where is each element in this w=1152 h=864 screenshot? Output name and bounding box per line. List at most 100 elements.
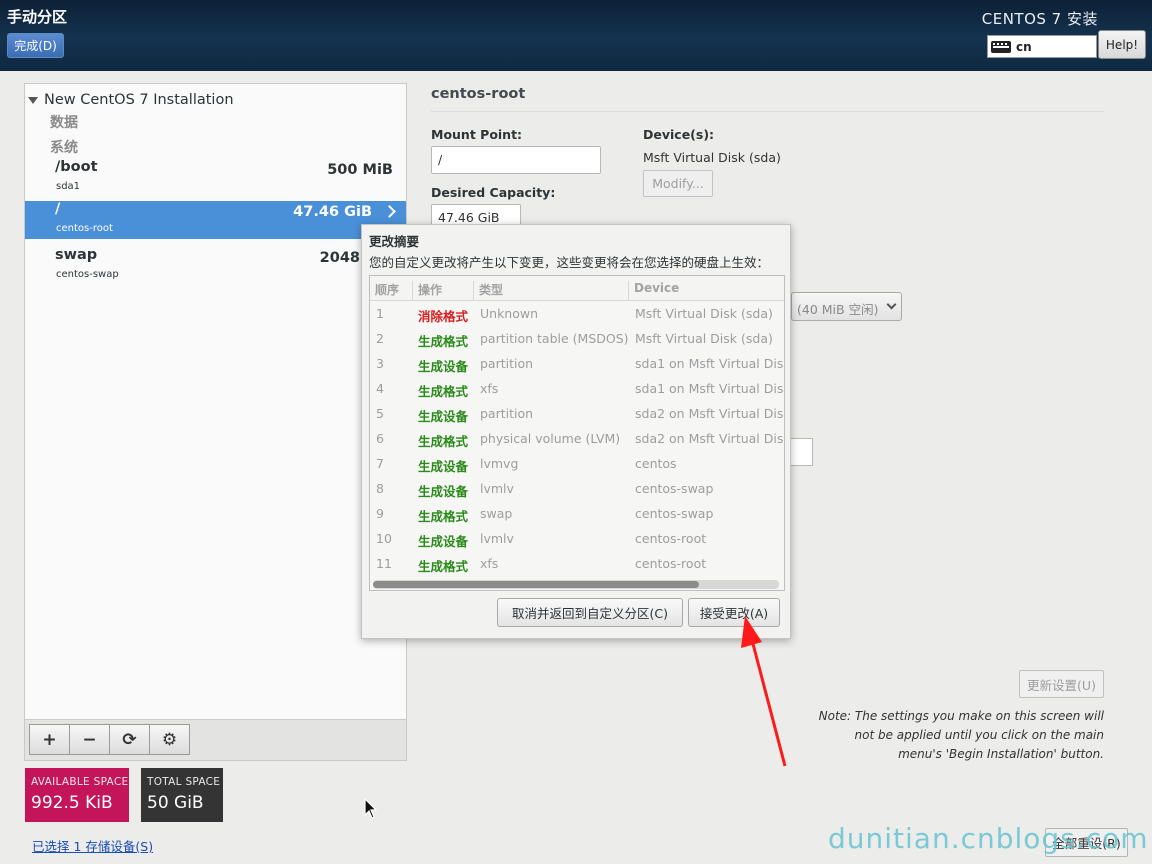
cell-action: 生成格式 [418,434,469,449]
cell-type: partition [480,406,534,421]
mouse-cursor-icon [364,798,378,819]
cell-action: 生成设备 [418,459,469,474]
mount-device: centos-swap [56,269,119,280]
volume-group-select[interactable]: (40 MiB 空闲) [791,292,902,321]
table-row[interactable]: 9 生成格式 swap centos-swap [370,502,784,527]
add-mount-button[interactable]: + [29,724,70,755]
refresh-button[interactable]: ⟳ [109,724,150,755]
mount-item-boot[interactable]: /boot sda1 500 MiB [25,159,406,197]
keyboard-layout-indicator[interactable]: cn [987,35,1097,58]
dialog-description: 您的自定义更改将产生以下变更，这些变更将会在您选择的硬盘上生效： [369,255,770,270]
available-space-label: AVAILABLE SPACE [31,776,129,788]
cell-action: 生成格式 [418,509,469,524]
cell-type: partition table (MSDOS) [480,331,629,346]
mount-name: swap [55,247,98,263]
devices-label: Device(s): [643,127,715,142]
column-action[interactable]: 操作 [412,281,442,301]
mount-name: / [55,201,61,217]
cancel-return-button[interactable]: 取消并返回到自定义分区(C) [497,598,683,627]
column-type[interactable]: 类型 [473,281,503,301]
remove-mount-button[interactable]: − [69,724,110,755]
cell-action: 生成格式 [418,559,469,574]
minus-icon: − [82,729,97,750]
changes-table: 顺序 操作 类型 Device 1 消除格式 Unknown Msft Virtual… [369,275,785,591]
cell-device: sda2 on Msft Virtual Disk [635,406,785,421]
mount-size: 47.46 GiB [293,204,372,220]
cell-device: centos-root [635,556,707,571]
mount-device: sda1 [56,181,81,192]
update-settings-button[interactable]: 更新设置(U) [1019,670,1104,698]
mount-point-input[interactable]: / [431,146,601,174]
cell-action: 生成格式 [418,384,469,399]
column-order[interactable]: 顺序 [375,281,399,301]
help-button[interactable]: Help! [1098,30,1146,59]
mount-size: 2048 [319,250,360,266]
expand-triangle-icon[interactable] [28,96,38,104]
disk-config-icon: ⚙ [161,729,178,750]
done-button[interactable]: 完成(D) [7,33,64,58]
configure-button[interactable]: ⚙ [149,724,190,755]
cell-type: lvmlv [480,481,514,496]
mount-item-root[interactable]: / centos-root 47.46 GiB [25,201,406,239]
arrow-shaft [750,639,787,767]
available-space-badge: AVAILABLE SPACE 992.5 KiB [25,768,129,822]
partition-tree: New CentOS 7 Installation 数据 系统 /boot sd… [24,83,407,720]
cell-device: sda1 on Msft Virtual Disk [635,356,785,371]
chevron-down-icon [886,299,897,310]
accept-changes-button[interactable]: 接受更改(A) [688,598,780,627]
table-row[interactable]: 11 生成格式 xfs centos-root [370,552,784,577]
page-title: 手动分区 [7,8,68,26]
cell-order: 1 [376,306,384,321]
cell-device: centos-swap [635,506,714,521]
table-row[interactable]: 7 生成设备 lvmvg centos [370,452,784,477]
tree-root[interactable]: New CentOS 7 Installation [28,92,234,108]
cell-type: lvmvg [480,456,519,471]
cell-order: 9 [376,506,384,521]
product-title: CENTOS 7 安装 [981,10,1098,28]
cell-type: physical volume (LVM) [480,431,621,446]
detail-divider [431,111,1104,112]
table-row[interactable]: 8 生成设备 lvmlv centos-swap [370,477,784,502]
cell-action: 生成设备 [418,359,469,374]
scrollbar-thumb[interactable] [373,581,699,588]
cell-device: centos-root [635,531,707,546]
cell-action: 消除格式 [418,309,469,324]
table-row[interactable]: 6 生成格式 physical volume (LVM) sda2 on Msft V… [370,427,784,452]
horizontal-scrollbar[interactable] [373,580,779,589]
cell-order: 2 [376,331,384,346]
table-row[interactable]: 3 生成设备 partition sda1 on Msft Virtual Disk [370,352,784,377]
partition-toolbar: + − ⟳ ⚙ [24,720,407,761]
cell-device: sda1 on Msft Virtual Disk [635,381,785,396]
cell-device: centos-swap [635,481,714,496]
header-bar: 手动分区 完成(D) CENTOS 7 安装 cn Help! [0,0,1152,71]
plus-icon: + [42,729,57,750]
cell-type: xfs [480,556,499,571]
devices-value: Msft Virtual Disk (sda) [643,150,781,165]
modify-button[interactable]: Modify... [643,170,713,197]
cell-order: 5 [376,406,384,421]
table-row[interactable]: 5 生成设备 partition sda2 on Msft Virtual Disk [370,402,784,427]
table-row[interactable]: 1 消除格式 Unknown Msft Virtual Disk (sda) [370,302,784,327]
mount-item-swap[interactable]: swap centos-swap 2048 [25,247,406,285]
available-space-value: 992.5 KiB [31,793,113,813]
cell-order: 10 [376,531,392,546]
table-row[interactable]: 4 生成格式 xfs sda1 on Msft Virtual Disk [370,377,784,402]
desired-capacity-label: Desired Capacity: [431,185,556,200]
table-header: 顺序 操作 类型 Device [370,276,784,301]
dialog-title: 更改摘要 [369,234,420,249]
storage-devices-link[interactable]: 已选择 1 存储设备(S) [32,836,153,855]
table-row[interactable]: 2 生成格式 partition table (MSDOS) Msft Virtual… [370,327,784,352]
watermark: dunitian.cnblogs.com [828,822,1149,855]
cell-type: Unknown [480,306,539,321]
keyboard-layout-label: cn [1016,39,1032,54]
cell-action: 生成格式 [418,334,469,349]
mount-name: /boot [55,159,98,175]
table-row[interactable]: 10 生成设备 lvmlv centos-root [370,527,784,552]
cell-order: 6 [376,431,384,446]
column-device[interactable]: Device [628,281,679,301]
name-input-fragment[interactable] [789,438,813,466]
refresh-icon: ⟳ [122,729,137,750]
volume-free-label: (40 MiB 空闲) [797,302,879,317]
total-space-value: 50 GiB [147,793,204,813]
mount-size: 500 MiB [327,162,393,178]
